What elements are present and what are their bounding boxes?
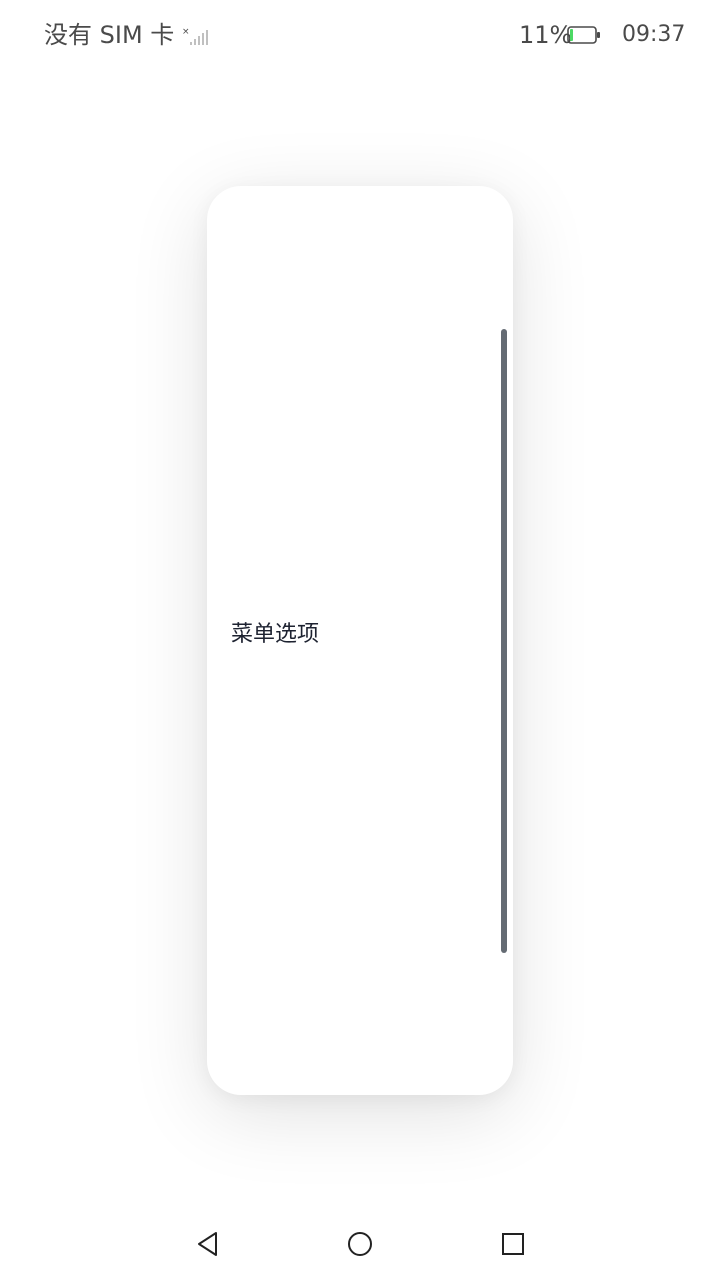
- menu-item[interactable]: 菜单选项: [231, 620, 319, 650]
- navigation-bar: [0, 1210, 720, 1280]
- back-triangle-icon: [198, 1232, 217, 1256]
- clock: 09:37: [622, 22, 686, 47]
- back-button[interactable]: [188, 1224, 228, 1264]
- svg-text:×: ×: [182, 27, 190, 37]
- recent-square-icon: [502, 1233, 524, 1255]
- menu-popup: 菜单选项: [207, 186, 513, 1095]
- home-button[interactable]: [340, 1224, 380, 1264]
- scrollbar[interactable]: [501, 329, 507, 953]
- battery-percent: 11%: [519, 21, 573, 49]
- battery-icon: [567, 26, 600, 44]
- recent-apps-button[interactable]: [493, 1224, 533, 1264]
- home-circle-icon: [348, 1232, 372, 1256]
- status-bar: 没有 SIM 卡 × 11% 09:37: [0, 0, 720, 70]
- battery-level-fill: [570, 29, 573, 41]
- no-signal-icon: ×: [182, 27, 208, 45]
- carrier-label: 没有 SIM 卡: [44, 21, 175, 49]
